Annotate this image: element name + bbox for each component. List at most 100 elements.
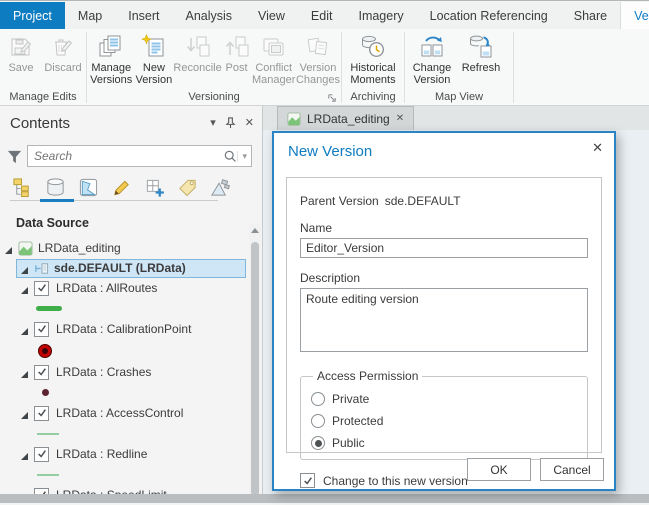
expand-arrow-icon[interactable] — [20, 264, 29, 273]
tab-map[interactable]: Map — [65, 2, 115, 29]
tab-location-referencing[interactable]: Location Referencing — [417, 2, 561, 29]
new-version-button[interactable]: New Version — [134, 31, 173, 86]
expand-arrow-icon[interactable] — [20, 368, 29, 377]
search-icon[interactable] — [223, 149, 237, 163]
search-options-dropdown-icon[interactable]: ▾ — [237, 151, 251, 162]
tab-close-icon[interactable]: ✕ — [396, 113, 404, 124]
tree-label: LRData : Redline — [56, 447, 147, 461]
document-tab-label: LRData_editing — [307, 112, 390, 126]
tree-row-version[interactable]: sde.DEFAULT (LRData) — [0, 258, 262, 278]
tab-analysis[interactable]: Analysis — [173, 2, 246, 29]
new-version-dialog: New Version ✕ Parent Version sde.DEFAULT… — [272, 131, 616, 491]
panel-close-icon[interactable]: ✕ — [245, 118, 254, 129]
point-symbol-maroon[interactable] — [42, 389, 49, 396]
name-field[interactable] — [300, 238, 588, 258]
line-symbol-pale-green[interactable] — [37, 474, 59, 476]
line-symbol-green[interactable] — [36, 306, 62, 311]
ribbon-group-map-view: Change Version Refresh Map View — [405, 29, 513, 105]
search-input[interactable] — [28, 149, 223, 163]
cancel-button[interactable]: Cancel — [540, 458, 604, 481]
tree-row-layer[interactable]: LRData : Redline — [0, 444, 262, 464]
radio-label: Protected — [332, 414, 383, 428]
tab-project[interactable]: Project — [0, 2, 65, 29]
layer-tree: LRData_editing sde.DEFAULT (LRData) LRDa… — [0, 238, 262, 505]
map-document-tab[interactable]: LRData_editing ✕ — [277, 106, 414, 130]
ribbon-group-manage-edits: Save Discard Manage Edits — [0, 29, 86, 105]
version-changes-label: Version Changes — [296, 62, 340, 86]
arcgis-pro-window: Project Map Insert Analysis View Edit Im… — [0, 0, 649, 503]
window-bottom-edge — [0, 494, 649, 503]
dialog-group-box: Parent Version sde.DEFAULT Name Descript… — [286, 177, 602, 453]
main-area: Contents ▾ ✕ ▾ — [0, 106, 649, 503]
section-title: Data Source — [16, 216, 262, 230]
list-by-perspective-icon[interactable] — [208, 176, 232, 198]
expand-arrow-icon[interactable] — [4, 244, 13, 253]
list-by-snapping-icon[interactable] — [142, 176, 166, 198]
map-icon — [18, 241, 33, 256]
group-label-map-view: Map View — [405, 90, 513, 105]
post-button[interactable]: Post — [222, 31, 252, 74]
filter-icon[interactable] — [6, 148, 23, 165]
expand-arrow-icon[interactable] — [20, 325, 29, 334]
expand-arrow-icon[interactable] — [20, 409, 29, 418]
tree-row-map[interactable]: LRData_editing — [0, 238, 262, 258]
layer-visibility-checkbox[interactable] — [34, 447, 49, 462]
change-version-button[interactable]: Change Version — [406, 31, 458, 86]
list-by-labeling-icon[interactable] — [175, 176, 199, 198]
discard-button[interactable]: Discard — [41, 31, 85, 74]
tree-row-layer[interactable]: LRData : CalibrationPoint — [0, 319, 262, 339]
line-symbol-pale-green[interactable] — [37, 433, 59, 435]
description-field[interactable]: Route editing version — [300, 288, 588, 352]
post-label: Post — [226, 62, 248, 74]
parent-version-label: Parent Version — [300, 194, 379, 208]
tab-share[interactable]: Share — [561, 2, 620, 29]
tab-imagery[interactable]: Imagery — [345, 2, 416, 29]
radio-protected[interactable]: Protected — [311, 414, 577, 428]
map-icon — [287, 112, 301, 126]
point-symbol-red[interactable] — [38, 344, 52, 358]
save-button[interactable]: Save — [1, 31, 41, 74]
radio-button-icon[interactable] — [311, 414, 325, 428]
versioning-dialog-launcher-icon[interactable] — [327, 93, 337, 103]
layer-visibility-checkbox[interactable] — [34, 365, 49, 380]
list-by-selection-icon[interactable] — [76, 176, 100, 198]
contents-scrollbar[interactable] — [249, 224, 261, 502]
tab-view[interactable]: View — [245, 2, 298, 29]
list-by-data-source-icon[interactable] — [43, 176, 67, 198]
new-version-icon — [141, 32, 167, 62]
list-by-editing-icon[interactable] — [109, 176, 133, 198]
access-permission-label: Access Permission — [313, 369, 422, 383]
tree-row-layer[interactable]: LRData : Crashes — [0, 362, 262, 382]
historical-moments-button[interactable]: Historical Moments — [344, 31, 402, 86]
radio-public[interactable]: Public — [311, 436, 577, 450]
checkbox-checked-icon[interactable] — [300, 473, 315, 488]
layer-visibility-checkbox[interactable] — [34, 281, 49, 296]
radio-button-selected-icon[interactable] — [311, 436, 325, 450]
version-changes-button[interactable]: Version Changes — [296, 31, 340, 86]
tree-label: LRData_editing — [38, 241, 121, 255]
refresh-button[interactable]: Refresh — [458, 31, 504, 74]
tab-edit[interactable]: Edit — [298, 2, 346, 29]
tree-row-layer[interactable]: LRData : AccessControl — [0, 403, 262, 423]
tab-versioning[interactable]: Versioning — [620, 2, 649, 29]
radio-button-icon[interactable] — [311, 392, 325, 406]
layer-visibility-checkbox[interactable] — [34, 406, 49, 421]
reconcile-button[interactable]: Reconcile — [173, 31, 221, 74]
tab-insert[interactable]: Insert — [115, 2, 172, 29]
radio-private[interactable]: Private — [311, 392, 577, 406]
dialog-close-icon[interactable]: ✕ — [592, 140, 603, 156]
layer-visibility-checkbox[interactable] — [34, 322, 49, 337]
list-by-drawing-order-icon[interactable] — [10, 176, 34, 198]
pin-icon[interactable] — [225, 117, 236, 129]
tree-label: LRData : AccessControl — [56, 406, 183, 420]
tree-row-layer[interactable]: LRData : AllRoutes — [0, 278, 262, 298]
expand-arrow-icon[interactable] — [20, 284, 29, 293]
scroll-up-icon[interactable] — [251, 228, 259, 233]
panel-menu-dropdown-icon[interactable]: ▾ — [210, 118, 216, 129]
contents-toolbar-rail — [10, 200, 218, 201]
conflict-manager-button[interactable]: Conflict Manager — [251, 31, 296, 86]
scrollbar-thumb[interactable] — [251, 242, 259, 496]
ok-button[interactable]: OK — [467, 458, 531, 481]
expand-arrow-icon[interactable] — [20, 450, 29, 459]
manage-versions-button[interactable]: Manage Versions — [88, 31, 134, 86]
